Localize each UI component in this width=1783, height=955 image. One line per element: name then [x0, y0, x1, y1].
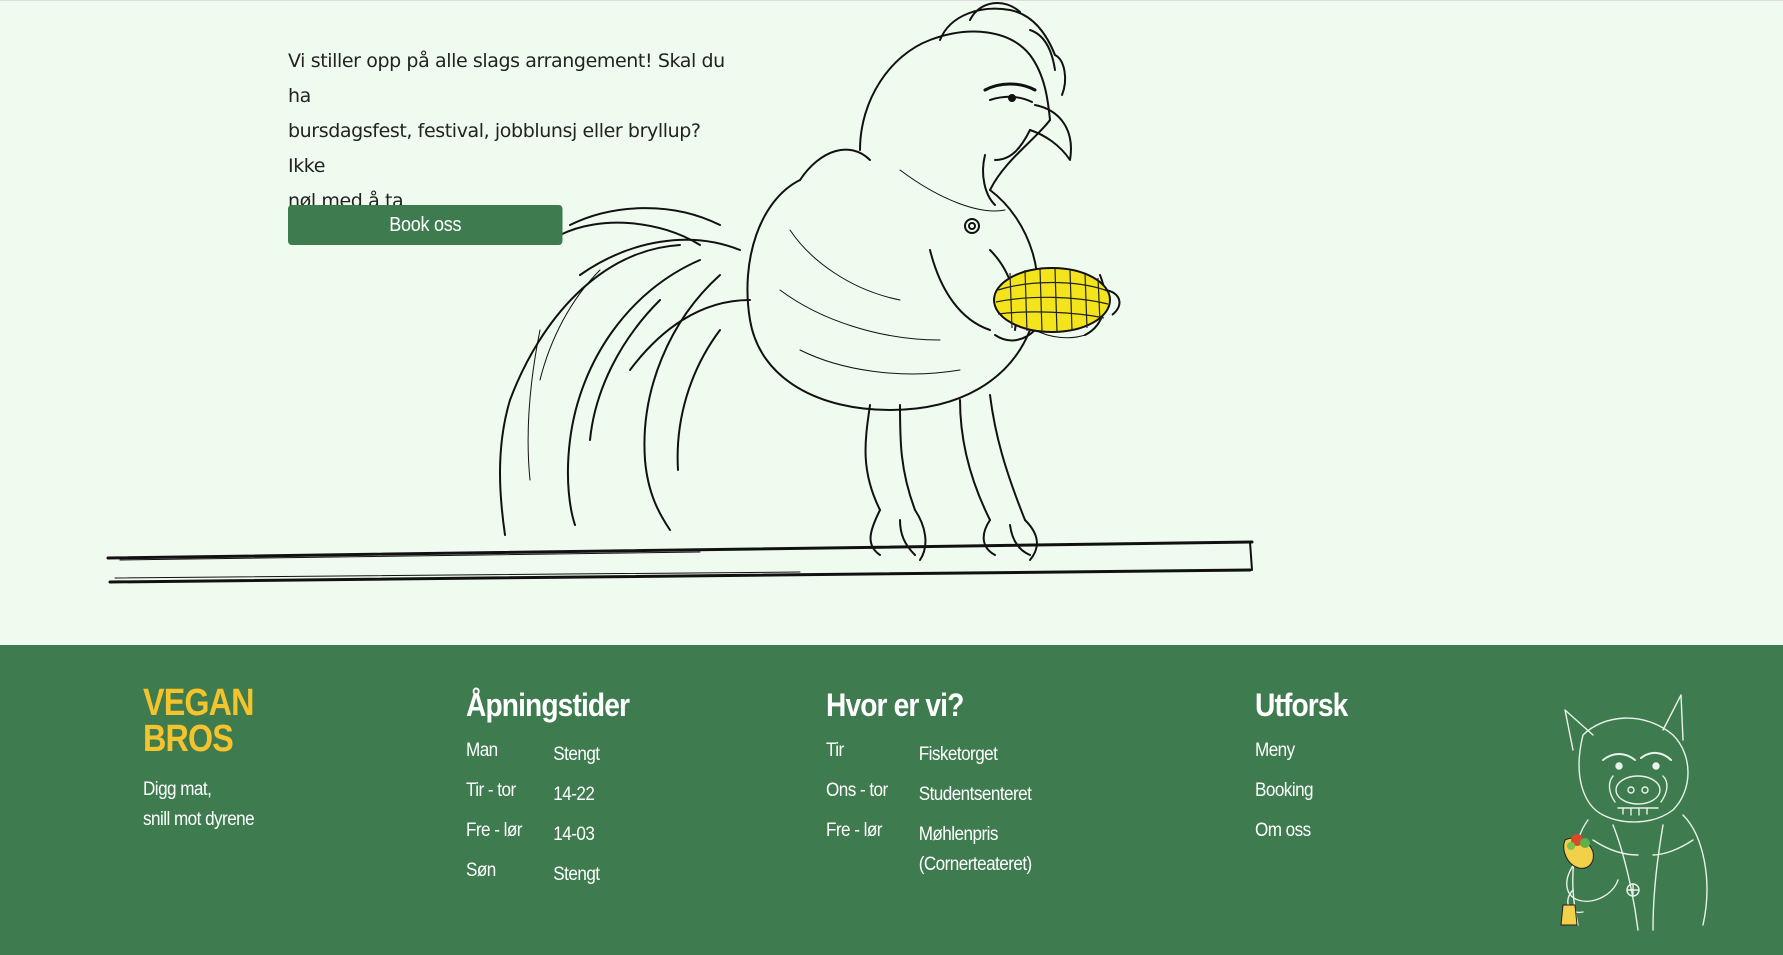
hero-text-line: bursdagsfest, festival, jobblunsj eller …: [288, 120, 701, 177]
location-place-line: Møhlenpris: [918, 824, 999, 845]
page: Vi stiller opp på alle slags arrangement…: [0, 0, 1783, 955]
location-place: Studentsenteret: [918, 784, 1032, 805]
location-row: Fre - lør Møhlenpris (Cornerteateret): [826, 820, 1060, 890]
boar-illustration: [1560, 694, 1708, 931]
opening-hours-row: Tir - tor 14-22: [466, 780, 646, 820]
location-row: Tir Fisketorget: [826, 740, 1060, 780]
book-us-button[interactable]: Book oss: [288, 205, 563, 245]
hero-text-line: Vi stiller opp på alle slags arrangement…: [288, 50, 725, 107]
location-day: Tir: [826, 740, 844, 761]
opening-hours-list: Man Stengt Tir - tor 14-22 Fre - lør 14-…: [466, 740, 646, 900]
tagline: Digg mat, snill mot dyrene: [143, 775, 255, 835]
location-title: Hvor er vi?: [826, 687, 964, 723]
hours-day: Tir - tor: [466, 780, 516, 801]
opening-hours-row: Fre - lør 14-03: [466, 820, 646, 860]
location-day: Fre - lør: [826, 820, 882, 841]
hours-time: 14-22: [553, 784, 595, 805]
booking-link[interactable]: Booking: [1255, 780, 1399, 820]
opening-hours-row: Søn Stengt: [466, 860, 646, 900]
opening-hours-title: Åpningstider: [466, 687, 630, 723]
hours-day: Man: [466, 740, 498, 761]
location-row: Ons - tor Studentsenteret: [826, 780, 1060, 820]
location-place-line: (Cornerteateret): [918, 854, 1033, 875]
explore-links: Meny Booking Om oss: [1255, 740, 1399, 860]
location-place: Møhlenpris (Cornerteateret): [918, 820, 1033, 880]
menu-link[interactable]: Meny: [1255, 740, 1399, 780]
hours-time: Stengt: [553, 744, 600, 765]
footer: VEGAN BROS Digg mat, snill mot dyrene Åp…: [0, 645, 1783, 955]
vegan-bros-logo[interactable]: VEGAN BROS: [143, 682, 254, 760]
location-list: Tir Fisketorget Ons - tor Studentsentere…: [826, 740, 1060, 890]
logo-line: VEGAN: [143, 682, 254, 724]
hours-day: Søn: [466, 860, 496, 881]
hours-day: Fre - lør: [466, 820, 522, 841]
location-place: Fisketorget: [918, 744, 998, 765]
hours-time: 14-03: [553, 824, 595, 845]
hours-time: Stengt: [553, 864, 600, 885]
tagline-line: snill mot dyrene: [143, 809, 255, 830]
about-us-link[interactable]: Om oss: [1255, 820, 1399, 860]
location-day: Ons - tor: [826, 780, 888, 801]
explore-title: Utforsk: [1255, 687, 1348, 723]
opening-hours-row: Man Stengt: [466, 740, 646, 780]
logo-line: BROS: [143, 718, 234, 760]
tagline-line: Digg mat,: [143, 779, 212, 800]
book-us-button-label: Book oss: [389, 213, 462, 236]
